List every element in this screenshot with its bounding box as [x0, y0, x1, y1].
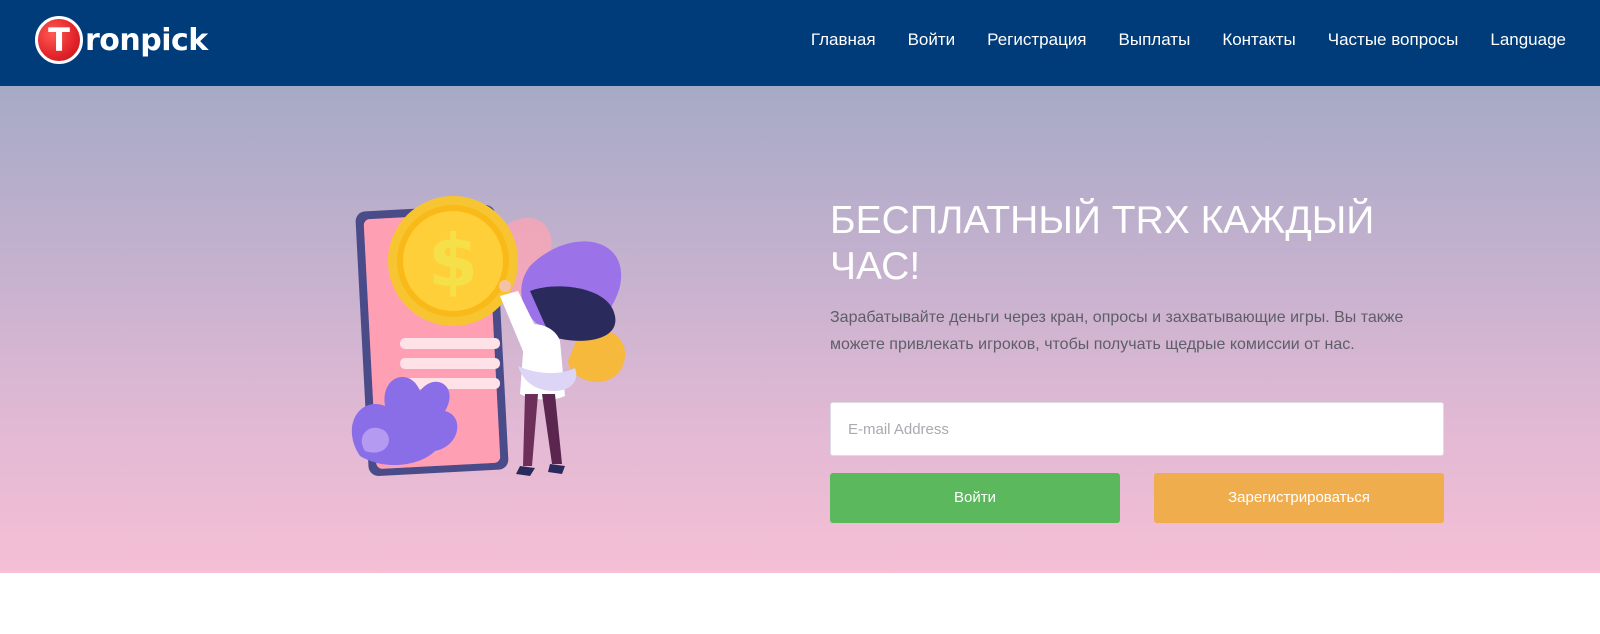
main-nav: Главная Войти Регистрация Выплаты Контак…: [811, 0, 1600, 80]
coin-dollar-sign: $: [428, 219, 478, 303]
email-field[interactable]: [830, 402, 1444, 456]
login-button[interactable]: Войти: [830, 473, 1120, 523]
register-button[interactable]: Зарегистрироваться: [1154, 473, 1444, 523]
hero-title: БЕСПЛАТНЫЙ TRX КАЖДЫЙ ЧАС!: [830, 199, 1375, 289]
hero-illustration: $: [351, 196, 626, 476]
nav-item-faq[interactable]: Частые вопросы: [1328, 30, 1459, 50]
hero-description: Зарабатывайте деньги через кран, опросы …: [830, 309, 1404, 353]
hero-section: $ БЕСПЛАТНЫЙ TRX КАЖДЫЙ ЧАС! Зарабатывай…: [0, 86, 1600, 573]
logo-badge-icon: T: [35, 16, 83, 64]
nav-item-login[interactable]: Войти: [908, 30, 956, 50]
top-navbar: T ronpick Главная Войти Регистрация Выпл…: [0, 0, 1600, 86]
logo-wordmark: ronpick: [85, 22, 208, 58]
nav-item-language[interactable]: Language: [1490, 30, 1566, 50]
nav-item-payouts[interactable]: Выплаты: [1119, 30, 1191, 50]
nav-item-register[interactable]: Регистрация: [987, 30, 1086, 50]
tronpick-logo[interactable]: T ronpick: [35, 16, 208, 64]
nav-item-contacts[interactable]: Контакты: [1222, 30, 1295, 50]
nav-item-home[interactable]: Главная: [811, 30, 876, 50]
